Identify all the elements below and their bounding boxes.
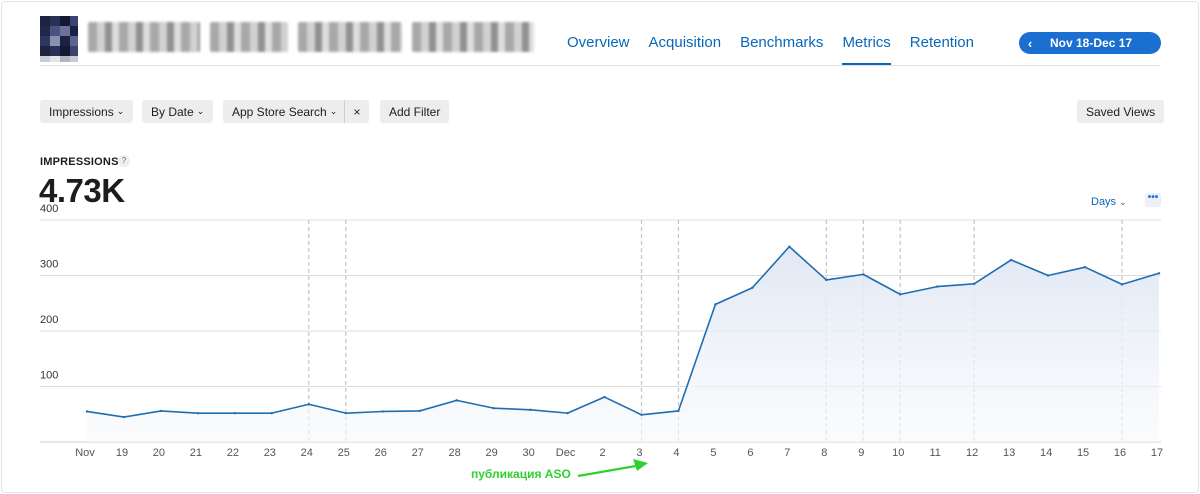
data-point <box>492 406 495 410</box>
x-tick-label: 13 <box>1003 447 1015 459</box>
impressions-chart: 100200300400Nov 19 20 21 22 23 24 25 26 27 28 29 30 D… <box>40 203 1163 478</box>
x-tick-label: 2 <box>599 447 605 459</box>
x-tick-label: 30 <box>522 447 534 459</box>
data-point <box>972 282 976 286</box>
data-point <box>1046 274 1050 277</box>
y-tick-label: 300 <box>40 259 58 271</box>
x-tick-label: 21 <box>190 447 202 459</box>
data-point <box>418 409 421 413</box>
data-point <box>344 411 347 415</box>
x-tick-label: 6 <box>747 447 753 459</box>
data-point <box>159 409 163 413</box>
x-tick-label: 11 <box>929 447 940 459</box>
annotation-arrow-head <box>633 459 648 471</box>
data-point <box>862 273 865 276</box>
data-point <box>85 410 89 413</box>
x-tick-label: 26 <box>375 447 387 459</box>
data-point <box>751 286 754 289</box>
data-point <box>1157 272 1161 275</box>
x-tick-label: 27 <box>412 447 424 459</box>
data-point <box>1083 265 1087 269</box>
data-point <box>455 399 458 402</box>
data-point <box>825 278 828 282</box>
data-point <box>1120 283 1124 286</box>
data-point <box>603 395 606 399</box>
x-tick-label: 25 <box>338 447 350 459</box>
annotation-label: публикация ASO <box>471 467 571 481</box>
data-point <box>788 245 791 248</box>
data-point <box>233 411 237 415</box>
x-tick-label: 23 <box>264 447 276 459</box>
x-tick-label: 10 <box>892 447 904 459</box>
x-tick-label: 20 <box>153 447 165 459</box>
data-point <box>122 415 126 419</box>
annotation-arrow-shaft <box>577 464 637 478</box>
x-tick-label: Nov <box>75 447 95 459</box>
y-tick-label: 400 <box>40 203 58 215</box>
data-point <box>307 403 310 406</box>
x-tick-label: 9 <box>858 447 864 459</box>
data-point <box>270 411 274 415</box>
x-tick-label: 15 <box>1077 447 1089 459</box>
data-point <box>640 413 643 417</box>
x-tick-label: 4 <box>673 447 679 459</box>
data-point <box>1009 258 1013 262</box>
data-point <box>714 303 717 306</box>
x-tick-label: 12 <box>966 447 978 459</box>
data-point <box>677 409 680 413</box>
data-point <box>529 408 532 412</box>
data-point <box>381 410 384 413</box>
x-tick-label: 17 <box>1151 447 1163 459</box>
data-point <box>899 293 902 296</box>
x-tick-label: 16 <box>1114 447 1126 459</box>
x-tick-label: 14 <box>1040 447 1052 459</box>
data-point <box>196 411 200 415</box>
x-tick-label: 24 <box>301 447 313 459</box>
x-tick-label: 19 <box>116 447 128 459</box>
data-point <box>566 411 569 415</box>
x-tick-label: 5 <box>710 447 716 459</box>
x-tick-label: 28 <box>449 447 461 459</box>
x-tick-label: 7 <box>784 447 790 459</box>
x-tick-label: 3 <box>636 447 642 459</box>
x-tick-label: 22 <box>227 447 239 459</box>
data-point <box>936 285 939 288</box>
x-tick-label: 29 <box>485 447 497 459</box>
y-tick-label: 200 <box>40 314 58 326</box>
y-tick-label: 100 <box>40 370 58 382</box>
x-tick-label: 8 <box>821 447 827 459</box>
x-tick-label: Dec <box>556 447 576 459</box>
